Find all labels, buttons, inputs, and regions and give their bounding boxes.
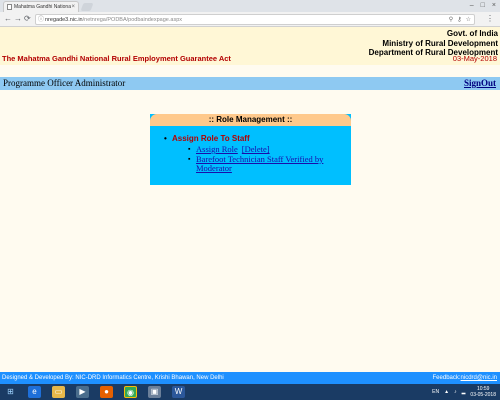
chrome-icon[interactable]: ◉: [124, 386, 137, 398]
page-icon: [7, 4, 12, 10]
gov-line-1: Govt. of India: [446, 29, 498, 38]
new-tab-button[interactable]: [80, 3, 94, 11]
current-date: 03-May-2018: [452, 54, 497, 63]
role-management-panel: :: Role Management :: Assign Role To Sta…: [150, 114, 351, 185]
info-icon[interactable]: ⓘ: [38, 15, 44, 25]
assign-role-link[interactable]: Assign Role: [196, 144, 238, 154]
windows-start-icon[interactable]: ⊞: [4, 386, 17, 398]
page-header: Govt. of India Ministry of Rural Develop…: [0, 27, 500, 65]
file-explorer-icon[interactable]: ▭: [52, 386, 65, 398]
minimize-icon[interactable]: –: [470, 0, 474, 11]
page-footer: Designed & Developed By: NIC-DRD Informa…: [0, 372, 500, 384]
address-bar[interactable]: ⓘ nregade3.nic.in/netnrega/PODBA/podbain…: [35, 14, 475, 25]
panel-title: :: Role Management ::: [150, 114, 351, 126]
zoom-icon[interactable]: ⚲: [449, 15, 453, 25]
volume-icon[interactable]: ♪: [454, 389, 457, 395]
browser-tab[interactable]: Mahatma Gandhi Nationa ×: [3, 1, 79, 12]
act-title: The Mahatma Gandhi National Rural Employ…: [2, 54, 231, 63]
browser-tabstrip: Mahatma Gandhi Nationa × – □ ×: [0, 0, 500, 12]
submenu-item-barefoot: Barefoot Technician Staff Verified by Mo…: [188, 154, 338, 174]
app-icon[interactable]: ▣: [148, 386, 161, 398]
tab-title: Mahatma Gandhi Nationa: [14, 4, 71, 10]
back-icon[interactable]: ←: [4, 14, 12, 24]
developer-credit: Designed & Developed By: NIC-DRD Informa…: [2, 375, 224, 381]
close-icon[interactable]: ×: [71, 2, 75, 12]
language-indicator[interactable]: EN: [432, 389, 439, 395]
key-icon[interactable]: ⚷: [457, 15, 461, 25]
clock-date: 03-05-2018: [470, 392, 496, 398]
signout-link[interactable]: SignOut: [464, 77, 496, 90]
feedback: Feedback:nicdrd@nic.in: [433, 372, 497, 384]
window-close-icon[interactable]: ×: [492, 0, 496, 11]
media-player-icon[interactable]: ▶: [76, 386, 89, 398]
menu-section: Assign Role To Staff Assign Role [Delete]…: [164, 134, 338, 174]
barefoot-staff-link[interactable]: Barefoot Technician Staff Verified by Mo…: [196, 154, 323, 174]
reload-icon[interactable]: ⟳: [24, 14, 31, 24]
firefox-icon[interactable]: ●: [100, 386, 113, 398]
role-menu: Assign Role To Staff Assign Role [Delete]…: [164, 134, 338, 174]
url-path: /netnrega/PODBA/podbaindexpage.aspx: [82, 17, 183, 23]
word-icon[interactable]: W: [172, 386, 185, 398]
submenu: Assign Role [Delete] Barefoot Technician …: [188, 144, 338, 174]
tray-arrow-icon[interactable]: ▲: [444, 389, 449, 395]
network-icon[interactable]: ▂: [462, 389, 466, 395]
clock[interactable]: 10:59 03-05-2018: [470, 386, 496, 398]
gov-line-2: Ministry of Rural Development: [382, 38, 498, 48]
user-role-bar: Programme Officer Administrator SignOut: [0, 77, 500, 90]
browser-toolbar: ← → ⟳ ⓘ nregade3.nic.in/netnrega/PODBA/p…: [0, 12, 500, 27]
ie-icon[interactable]: e: [28, 386, 41, 398]
url-host: nregade3.nic.in: [45, 17, 83, 23]
maximize-icon[interactable]: □: [481, 0, 485, 11]
section-label: Assign Role To Staff: [172, 134, 250, 143]
taskbar: ⊞ e ▭ ▶ ● ◉ ▣ W EN ▲ ♪ ▂ 10:59 03-05-201…: [0, 384, 500, 400]
bookmark-star-icon[interactable]: ☆: [466, 15, 471, 25]
feedback-email-link[interactable]: nicdrd@nic.in: [461, 375, 497, 381]
delete-link[interactable]: [Delete]: [242, 144, 270, 154]
feedback-label: Feedback:: [432, 375, 461, 381]
window-controls: – □ ×: [470, 0, 496, 11]
forward-icon[interactable]: →: [14, 14, 22, 24]
menu-icon[interactable]: ⋮: [486, 14, 494, 23]
system-tray: EN ▲ ♪ ▂ 10:59 03-05-2018: [432, 384, 496, 400]
user-role: Programme Officer Administrator: [3, 78, 126, 88]
